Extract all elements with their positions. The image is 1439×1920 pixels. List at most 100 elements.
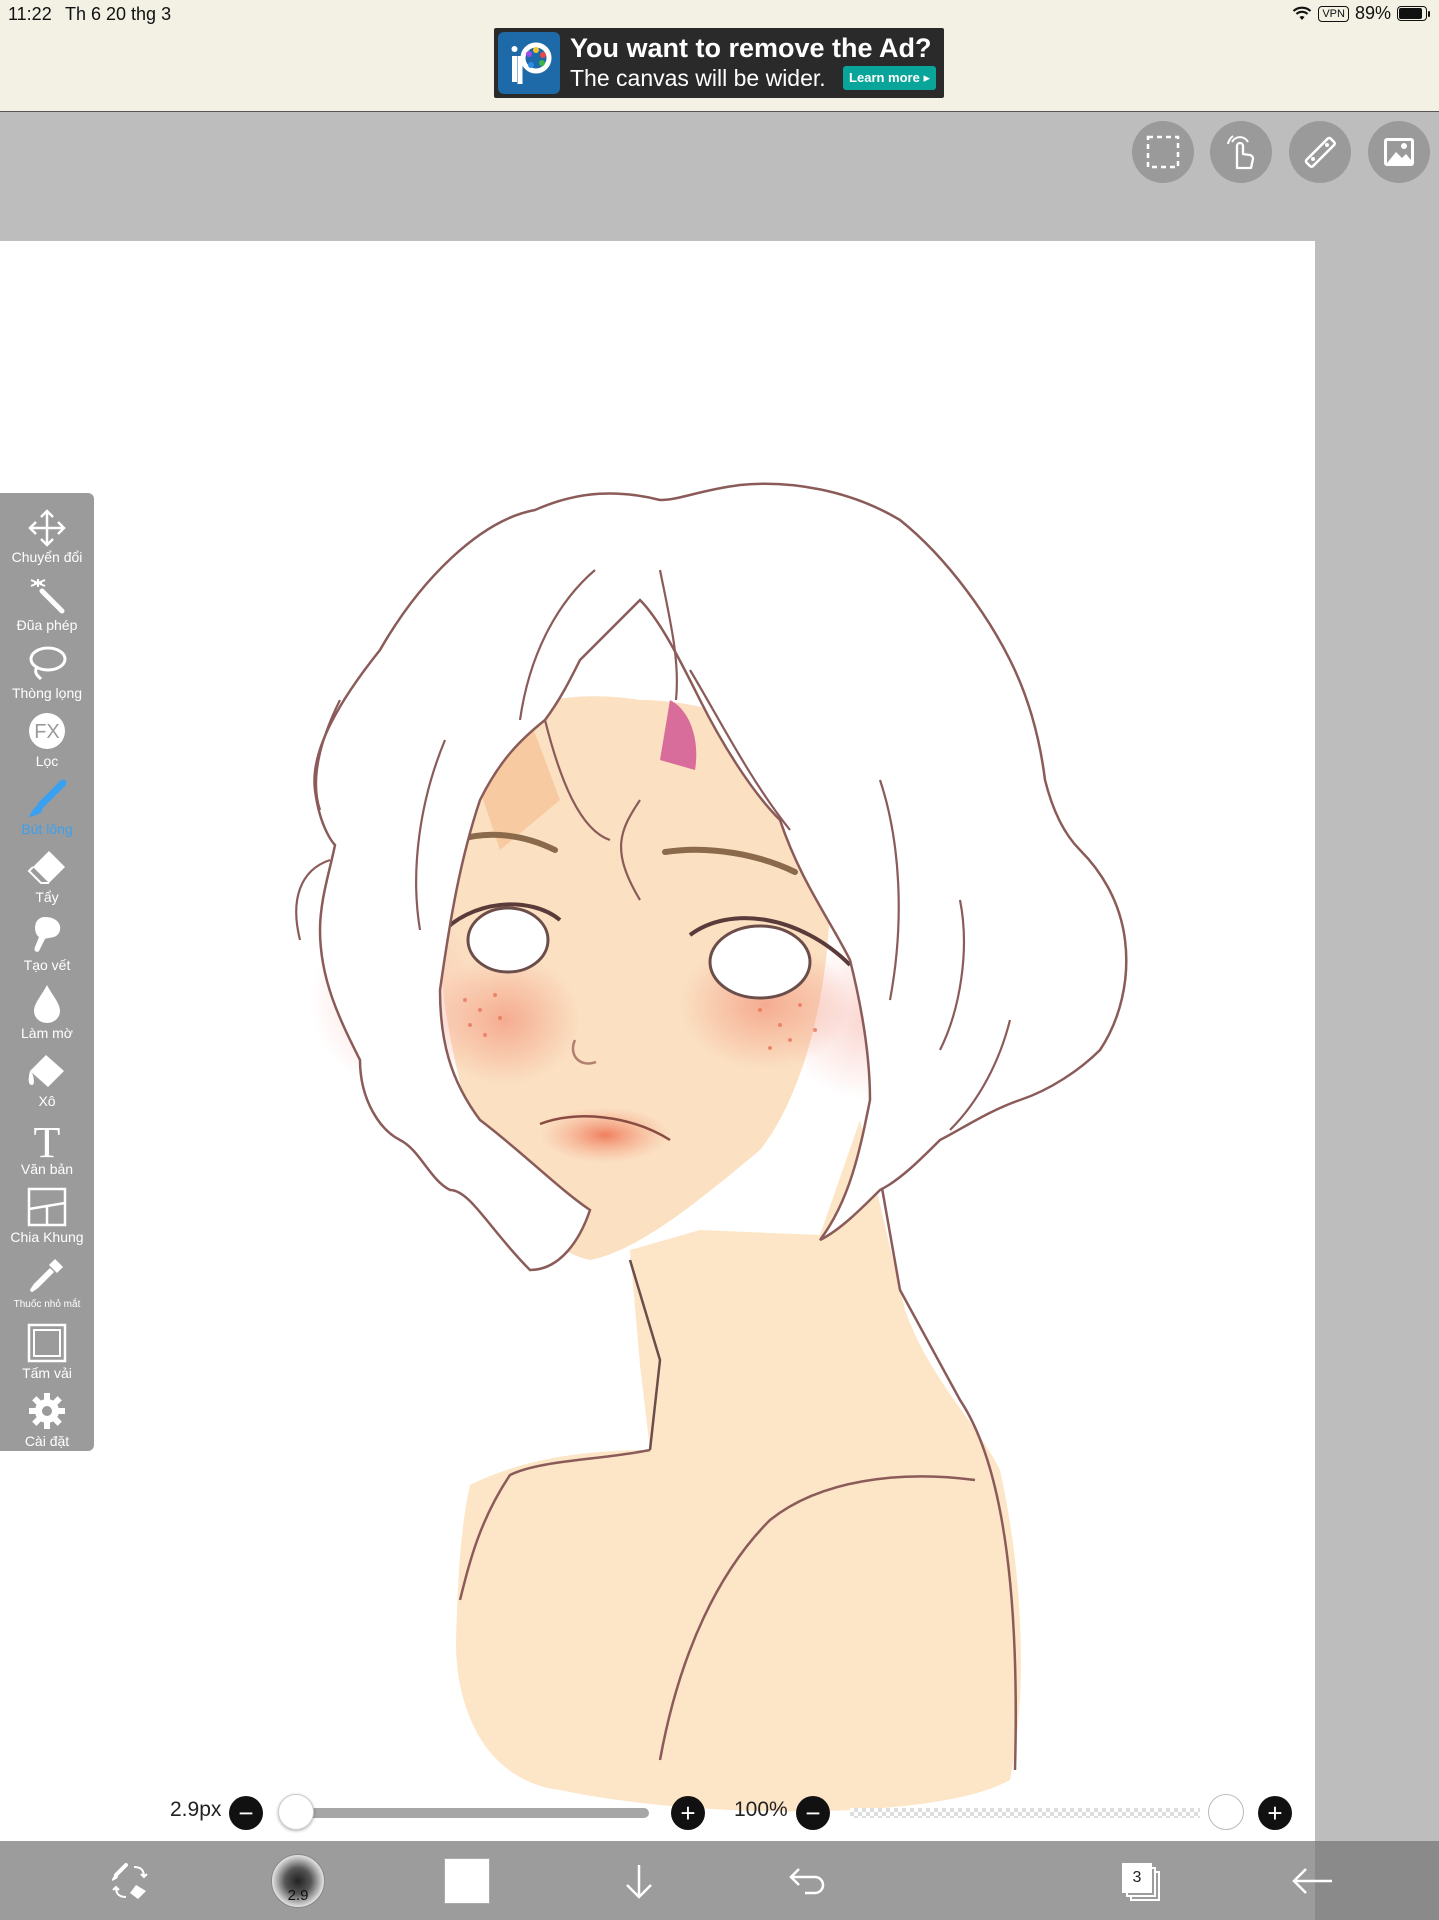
lasso-icon <box>29 646 67 681</box>
text-icon: T <box>34 1119 61 1159</box>
brush-opacity-slider[interactable] <box>850 1808 1200 1818</box>
artwork <box>295 482 1128 1812</box>
ad-subtitle: The canvas will be wider. <box>570 65 826 91</box>
arrow-down-icon <box>626 1864 652 1899</box>
tool-label: Tạo vết <box>23 957 71 973</box>
size-decrease-button[interactable]: − <box>229 1796 263 1830</box>
eraser-icon <box>27 851 65 884</box>
transform-icon <box>28 509 66 547</box>
plus-icon: + <box>680 1798 696 1828</box>
ad-title: You want to remove the Ad? <box>570 33 932 63</box>
status-date: Th 6 20 thg 3 <box>65 4 172 24</box>
tool-blur[interactable]: Làm mờ <box>0 981 94 1048</box>
wifi-icon <box>1293 6 1312 20</box>
tool-bucket[interactable]: Xô <box>0 1049 94 1116</box>
svg-text:FX: FX <box>34 721 60 743</box>
minus-icon: − <box>238 1798 254 1828</box>
battery-percent: 89% <box>1354 3 1391 23</box>
learn-more-button[interactable]: Learn more ▸ <box>843 66 936 90</box>
tool-lasso[interactable]: Thòng lọng <box>0 641 94 708</box>
brush-preview-button[interactable]: 2.9 <box>270 1841 326 1920</box>
tool-label: Chia Khung <box>10 1229 84 1245</box>
tool-swap-button[interactable] <box>100 1841 160 1920</box>
ibispaint-logo <box>498 32 560 94</box>
current-color-swatch <box>444 1857 490 1904</box>
tool-label: Tẩy <box>35 889 59 905</box>
tool-label: Cài đặt <box>24 1433 70 1449</box>
tool-frame-divider[interactable]: Chia Khung <box>0 1185 94 1252</box>
canvas-icon <box>27 1323 67 1363</box>
tool-label: Tấm vải <box>22 1365 72 1381</box>
bottom-toolbar: 2.9 3 <box>0 1841 1439 1920</box>
size-increase-button[interactable]: + <box>671 1796 705 1830</box>
layers-button[interactable]: 3 <box>1116 1841 1166 1920</box>
brush-eraser-swap-icon <box>112 1862 148 1899</box>
brush-opacity-value: 100% <box>734 1798 788 1821</box>
tool-transform[interactable]: Chuyển đổi <box>0 505 94 572</box>
tool-text[interactable]: T Văn bản <box>0 1117 94 1184</box>
tool-brush[interactable]: Bút lông <box>0 777 94 844</box>
brush-icon <box>29 779 67 817</box>
settings-icon <box>29 1393 65 1429</box>
plus-icon: + <box>1267 1798 1283 1828</box>
left-toolbar: Chuyển đổi Đũa phép Thòng lọng FX Lọc Bú… <box>0 493 94 1451</box>
frame-divider-icon <box>27 1187 67 1227</box>
blur-icon <box>34 985 60 1023</box>
brush-size-value: 2.9px <box>170 1798 222 1821</box>
smudge-icon <box>34 917 61 952</box>
tool-magic-wand[interactable]: Đũa phép <box>0 573 94 640</box>
tool-filter[interactable]: FX Lọc <box>0 709 94 776</box>
brush-preview-size: 2.9 <box>287 1886 309 1904</box>
tool-eraser[interactable]: Tẩy <box>0 845 94 912</box>
brush-size-slider[interactable] <box>285 1808 649 1818</box>
status-icons: VPN 89% <box>1292 3 1430 24</box>
magic-wand-icon <box>30 579 65 614</box>
drawing-canvas[interactable] <box>0 241 1315 1841</box>
brush-slider-row: 2.9px − + 100% − + <box>0 1786 1315 1836</box>
undo-button[interactable] <box>782 1841 832 1920</box>
color-picker-button[interactable] <box>444 1841 490 1920</box>
tool-label: Bút lông <box>21 821 73 837</box>
back-button[interactable] <box>1286 1841 1338 1920</box>
brush-opacity-thumb[interactable] <box>1208 1794 1244 1830</box>
minus-icon: − <box>805 1798 821 1828</box>
gesture-icon <box>1227 135 1255 170</box>
tool-label: Xô <box>38 1093 56 1109</box>
top-area: 11:22 Th 6 20 thg 3 VPN 89% You want to … <box>0 0 1439 112</box>
filter-fx-icon: FX <box>29 713 65 749</box>
bucket-icon <box>28 1055 64 1087</box>
battery-icon <box>1397 6 1430 21</box>
tool-label: Chuyển đổi <box>11 549 83 565</box>
opacity-decrease-button[interactable]: − <box>796 1796 830 1830</box>
brush-size-thumb[interactable] <box>278 1794 315 1830</box>
reference-button[interactable] <box>1368 121 1430 183</box>
tool-settings[interactable]: Cài đặt <box>0 1389 94 1456</box>
back-arrow-icon <box>1292 1867 1332 1894</box>
tool-label: Lọc <box>35 753 59 769</box>
tool-label: Văn bản <box>20 1161 74 1177</box>
tool-label: Thuốc nhỏ mắt <box>13 1299 81 1310</box>
status-time: 11:22 <box>8 4 52 24</box>
opacity-increase-button[interactable]: + <box>1258 1796 1292 1830</box>
ad-banner[interactable]: You want to remove the Ad? The canvas wi… <box>494 28 944 98</box>
tool-eyedropper[interactable]: Thuốc nhỏ mắt <box>0 1253 94 1320</box>
ruler-icon <box>1304 136 1336 168</box>
layer-count: 3 <box>1122 1862 1152 1893</box>
tool-smudge[interactable]: Tạo vết <box>0 913 94 980</box>
tool-label: Đũa phép <box>16 617 78 633</box>
learn-more-label: Learn more <box>849 70 920 85</box>
selection-icon <box>1146 135 1180 169</box>
tool-canvas[interactable]: Tấm vải <box>0 1321 94 1388</box>
ruler-button[interactable] <box>1289 121 1351 183</box>
layers-icon: 3 <box>1122 1861 1160 1901</box>
material-download-button[interactable] <box>614 1841 664 1920</box>
reference-image-icon <box>1384 138 1414 166</box>
svg-text:T: T <box>34 1119 61 1159</box>
eyedropper-icon <box>29 1259 63 1293</box>
undo-icon <box>789 1867 825 1894</box>
brush-preview: 2.9 <box>271 1853 325 1908</box>
selection-button[interactable] <box>1132 121 1194 183</box>
tool-label: Làm mờ <box>21 1025 73 1041</box>
vpn-badge: VPN <box>1318 5 1349 22</box>
gesture-button[interactable] <box>1210 121 1272 183</box>
